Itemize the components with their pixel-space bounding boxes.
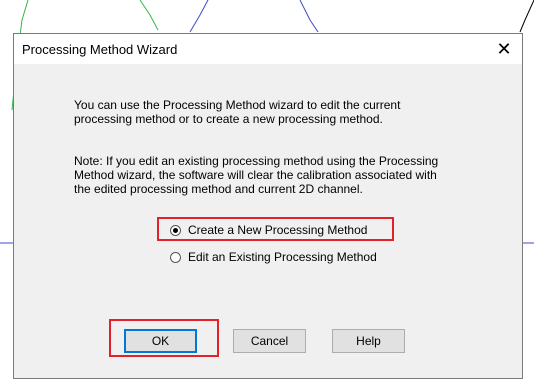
create-new-radio[interactable] (170, 224, 181, 236)
close-icon[interactable]: ✕ (486, 34, 522, 64)
dialog-titlebar[interactable]: Processing Method Wizard ✕ (14, 34, 522, 64)
cancel-button[interactable]: Cancel (233, 329, 306, 353)
create-new-label: Create a New Processing Method (188, 223, 368, 237)
edit-existing-label: Edit an Existing Processing Method (188, 250, 377, 264)
note-text: Note: If you edit an existing processing… (74, 154, 439, 196)
intro-text: You can use the Processing Method wizard… (74, 98, 401, 126)
processing-method-wizard-dialog: Processing Method Wizard ✕ You can use t… (13, 33, 523, 379)
dialog-title: Processing Method Wizard (22, 42, 178, 57)
help-button[interactable]: Help (332, 329, 405, 353)
edit-existing-method-option[interactable]: Edit an Existing Processing Method (170, 250, 377, 264)
ok-button[interactable]: OK (124, 329, 197, 353)
create-new-method-option[interactable]: Create a New Processing Method (170, 223, 367, 237)
edit-existing-radio[interactable] (170, 251, 181, 263)
